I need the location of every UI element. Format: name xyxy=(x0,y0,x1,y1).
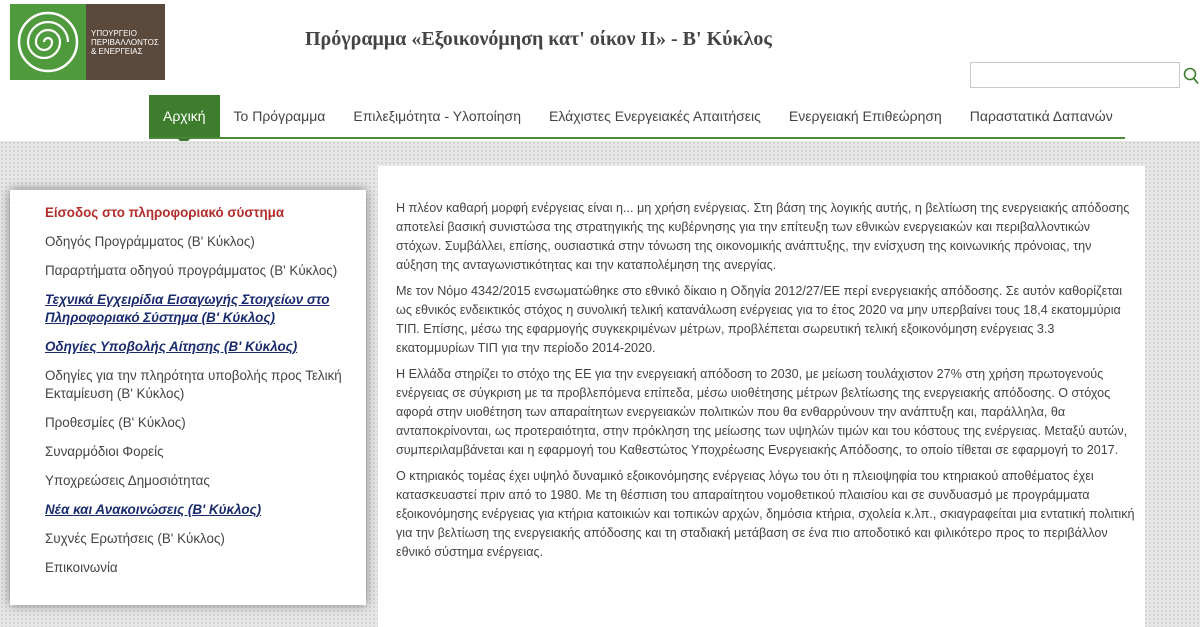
logo-line-2: ΠΕΡΙΒΑΛΛΟΝΤΟΣ xyxy=(91,37,159,47)
main-content: Η πλέον καθαρή μορφή ενέργειας είναι η..… xyxy=(396,199,1136,569)
nav-program[interactable]: Το Πρόγραμμα xyxy=(220,95,340,137)
site-header: ΥΠΟΥΡΓΕΙΟ ΠΕΡΙΒΑΛΛΟΝΤΟΣ & ΕΝΕΡΓΕΙΑΣ Πρόγ… xyxy=(0,0,1200,145)
sidebar-item-partner-bodies[interactable]: Συναρμόδιοι Φορείς xyxy=(45,443,356,461)
main-nav: Αρχική Το Πρόγραμμα Επιλεξιμότητα - Υλοπ… xyxy=(149,95,1127,145)
spiral-emblem-icon xyxy=(10,4,86,80)
sidebar-item-technical-manuals[interactable]: Τεχνικά Εγχειρίδια Εισαγωγής Στοιχείων σ… xyxy=(45,291,356,327)
nav-expense-documents[interactable]: Παραστατικά Δαπανών xyxy=(956,95,1127,137)
sidebar-item-login[interactable]: Είσοδος στο πληροφοριακό σύστημα xyxy=(45,204,356,222)
nav-eligibility[interactable]: Επιλεξιμότητα - Υλοποίηση xyxy=(339,95,535,137)
sidebar-item-final-disbursement[interactable]: Οδηγίες για την πληρότητα υποβολής προς … xyxy=(45,367,356,403)
logo-line-1: ΥΠΟΥΡΓΕΙΟ xyxy=(91,28,137,38)
ministry-logo[interactable]: ΥΠΟΥΡΓΕΙΟ ΠΕΡΙΒΑΛΛΟΝΤΟΣ & ΕΝΕΡΓΕΙΑΣ xyxy=(10,4,165,80)
sidebar-item-contact[interactable]: Επικοινωνία xyxy=(45,559,356,577)
sidebar-menu: Είσοδος στο πληροφοριακό σύστημα Οδηγός … xyxy=(10,190,366,605)
paragraph: Η Ελλάδα στηρίζει το στόχο της ΕΕ για τη… xyxy=(396,367,1128,457)
nav-energy-inspection[interactable]: Ενεργειακή Επιθεώρηση xyxy=(775,95,956,137)
sidebar-item-program-guide[interactable]: Οδηγός Προγράμματος (Β' Κύκλος) xyxy=(45,233,356,251)
site-title: Πρόγραμμα «Εξοικονόμηση κατ' οίκον ΙΙ» -… xyxy=(305,28,772,50)
sidebar-item-guide-annexes[interactable]: Παραρτήματα οδηγού προγράμματος (Β' Κύκλ… xyxy=(45,262,356,280)
search-icon[interactable] xyxy=(1183,67,1199,85)
logo-line-3: & ΕΝΕΡΓΕΙΑΣ xyxy=(91,46,143,56)
sidebar-item-application-instructions[interactable]: Οδηγίες Υποβολής Αίτησης (Β' Κύκλος) xyxy=(45,338,356,356)
sidebar-item-deadlines[interactable]: Προθεσμίες (Β' Κύκλος) xyxy=(45,414,356,432)
sidebar-item-publicity[interactable]: Υποχρεώσεις Δημοσιότητας xyxy=(45,472,356,490)
paragraph: Η πλέον καθαρή μορφή ενέργειας είναι η..… xyxy=(396,201,1130,272)
logo-text: ΥΠΟΥΡΓΕΙΟ ΠΕΡΙΒΑΛΛΟΝΤΟΣ & ΕΝΕΡΓΕΙΑΣ xyxy=(86,4,165,80)
paragraph: Ο κτηριακός τομέας έχει υψηλό δυναμικό ε… xyxy=(396,469,1135,559)
paragraph: Με τον Νόμο 4342/2015 ενσωματώθηκε στο ε… xyxy=(396,284,1123,355)
search-input[interactable] xyxy=(970,62,1180,88)
sidebar-item-faq[interactable]: Συχνές Ερωτήσεις (Β' Κύκλος) xyxy=(45,530,356,548)
nav-energy-requirements[interactable]: Ελάχιστες Ενεργειακές Απαιτήσεις xyxy=(535,95,775,137)
nav-home[interactable]: Αρχική xyxy=(149,95,220,145)
sidebar-item-news[interactable]: Νέα και Ανακοινώσεις (Β' Κύκλος) xyxy=(45,501,356,519)
